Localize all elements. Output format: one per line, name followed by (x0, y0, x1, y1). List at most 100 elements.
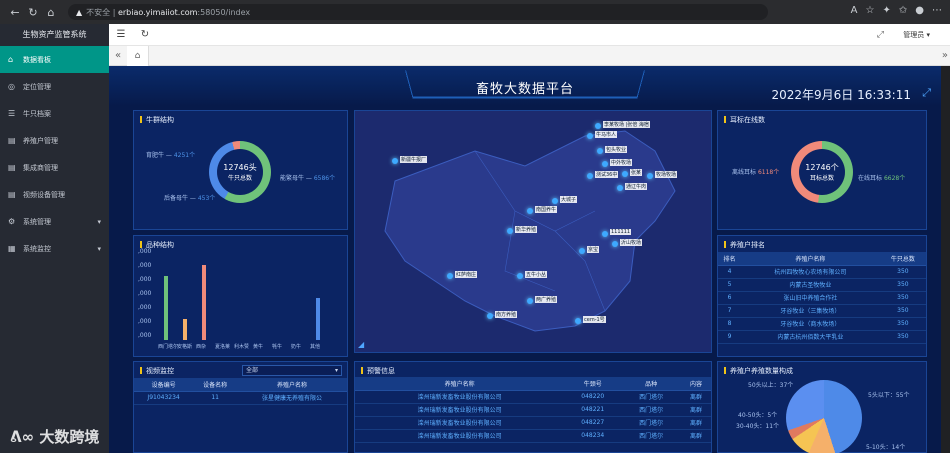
map-label[interactable]: 包头牧业 (605, 146, 628, 153)
refresh-icon[interactable]: ↻ (133, 29, 157, 40)
table-row[interactable]: 滦州瑞新发畜牧业股份有限公司 048227 西门塔尔 离群 (355, 416, 711, 430)
map-marker[interactable] (622, 171, 628, 177)
map-marker[interactable] (587, 173, 593, 179)
table-cell: 350 (879, 278, 926, 292)
address-bar[interactable]: ▲ 不安全 | erbiao.yimaiiot.com :58050/index (68, 4, 768, 20)
map-label[interactable]: 通辽牛肉 (625, 183, 648, 190)
map-label[interactable]: 大城子 (560, 196, 578, 203)
map-label[interactable]: 两广养殖 (535, 296, 558, 303)
map-marker[interactable] (552, 198, 558, 204)
map-label[interactable]: 南方养殖 (495, 311, 518, 318)
map-marker[interactable] (612, 241, 618, 247)
extensions-icon[interactable]: ✦ (882, 5, 890, 16)
tab-home[interactable]: ⌂ (127, 45, 149, 66)
map-marker[interactable] (392, 158, 398, 164)
map-marker[interactable] (527, 208, 533, 214)
bar-西门塔尔[interactable] (164, 275, 168, 340)
menu-icon[interactable]: ⋯ (932, 5, 942, 16)
map-label[interactable]: 111111 (610, 229, 632, 235)
table-row[interactable]: 滦州瑞新发畜牧业股份有限公司 048220 西门塔尔 离群 (355, 390, 711, 404)
table-row[interactable]: J91043234 11 张星健康无养殖有限公 (134, 391, 347, 405)
map-label[interactable]: 新疆牛报厂 (400, 156, 428, 163)
table-row[interactable]: 滦州瑞新发畜牧业股份有限公司 048221 西门塔尔 离群 (355, 403, 711, 417)
sidebar-item-4[interactable]: ▤ 集成商管理 (0, 154, 109, 181)
map-label[interactable]: cem-1号 (583, 316, 606, 323)
ear-title: 耳标在线数 (724, 115, 765, 125)
user-menu[interactable]: 管理员 ▾ (903, 30, 930, 40)
table-row[interactable]: 8 牙谷牧业（商水牧场） 350 (718, 317, 926, 331)
expand-icon[interactable]: ⤢ (922, 86, 931, 100)
map-label[interactable]: 南国养牛 (535, 206, 558, 213)
fullscreen-icon[interactable]: ⤢ (877, 30, 884, 40)
table-row[interactable]: 7 牙谷牧业（三集牧场） 350 (718, 304, 926, 318)
back-icon[interactable]: ← (6, 6, 24, 19)
map-marker[interactable] (575, 318, 581, 324)
home-icon[interactable]: ⌂ (42, 6, 60, 19)
sidebar-item-0[interactable]: ⌂ 数据看板 (0, 46, 109, 73)
map-marker[interactable] (647, 173, 653, 179)
map-marker[interactable] (447, 273, 453, 279)
map-label[interactable]: 京宝 (587, 246, 600, 253)
scale-legend-2: 5头以下：55个 (868, 392, 910, 399)
sidebar-item-3[interactable]: ▤ 养殖户管理 (0, 127, 109, 154)
insecure-label: 不安全 (86, 7, 111, 17)
bar-安格斯[interactable] (183, 318, 187, 340)
map-marker[interactable] (617, 185, 623, 191)
read-aloud-icon[interactable]: A (851, 5, 858, 16)
tab-right-icon[interactable]: » (942, 50, 948, 61)
bar-西杂[interactable] (202, 265, 206, 340)
column-header: 牛只总数 (879, 252, 926, 266)
map-marker[interactable] (602, 231, 608, 237)
map-marker[interactable] (527, 298, 533, 304)
profile-icon[interactable]: ● (915, 5, 924, 16)
map-marker[interactable] (507, 228, 513, 234)
table-row[interactable]: 6 张山旧中养殖合作社 350 (718, 291, 926, 305)
map-label[interactable]: 新华养殖 (515, 226, 538, 233)
map-marker[interactable] (602, 161, 608, 167)
map-label[interactable]: 沂山牧场 (620, 239, 643, 246)
sidebar-item-6[interactable]: ⚙ 系统管理 ▾ (0, 208, 109, 235)
x-tick-label: 夏洛莱 (215, 344, 231, 350)
map-label[interactable]: 中外牧场 (610, 159, 633, 166)
map-marker[interactable] (595, 123, 601, 129)
sidebar-item-icon: ☰ (8, 109, 16, 118)
ear-panel: 耳标在线数 12746个 耳标总数 离线耳标 6118个 在线耳标 6628个 (717, 110, 927, 230)
map-label[interactable]: 五牛小丛 (525, 271, 548, 278)
china-map[interactable]: 李某牧场 |张倍 海宿牛马市人包头牧业新疆牛报厂 中外牧场测试36中 张某 牧场牧场通… (354, 110, 712, 353)
menu-toggle-icon[interactable]: ☰ (109, 29, 133, 40)
map-label[interactable]: 牧场牧场 (655, 171, 678, 178)
map-label[interactable]: 牛马市人 (595, 131, 618, 138)
favorites-icon[interactable]: ✩ (899, 5, 907, 16)
herd-total: 12746头 (223, 163, 257, 172)
table-cell: 内蒙古圣牧牧业 (741, 278, 880, 292)
table-row[interactable]: 4 杭州四牧牧心农场有限公司 350 (718, 265, 926, 279)
sidebar-item-7[interactable]: ▦ 系统监控 ▾ (0, 235, 109, 262)
map-label[interactable]: 张某 (630, 169, 643, 176)
table-row[interactable]: 5 内蒙古圣牧牧业 350 (718, 278, 926, 292)
x-tick-label: 安格斯 (177, 344, 193, 350)
reload-icon[interactable]: ↻ (24, 6, 42, 19)
map-label[interactable]: 李某牧场 |张倍 海宿 (603, 121, 650, 128)
map-marker[interactable] (517, 273, 523, 279)
table-cell: 牙谷牧业（商水牧场） (741, 317, 880, 331)
star-icon[interactable]: ☆ (866, 5, 875, 16)
video-filter-select[interactable]: 全部 ▾ (242, 365, 342, 376)
table-row[interactable]: 9 内蒙古杭州佰数大平乳业 350 (718, 330, 926, 344)
column-header: 排名 (718, 252, 742, 266)
video-table: 设备编号 设备名称 养殖户名称 J91043234 11 张星健康无养殖有限公 (134, 378, 347, 405)
sidebar-item-1[interactable]: ◎ 定位管理 (0, 73, 109, 100)
map-marker[interactable] (587, 133, 593, 139)
table-row[interactable]: 滦州瑞新发畜牧业股份有限公司 048234 西门塔尔 离群 (355, 429, 711, 443)
sidebar-item-5[interactable]: ▤ 视频设备管理 (0, 181, 109, 208)
map-marker[interactable] (597, 148, 603, 154)
map-marker[interactable] (579, 248, 585, 254)
map-marker[interactable] (487, 313, 493, 319)
map-label[interactable]: 测试36中 (595, 171, 619, 178)
table-cell: 350 (879, 330, 926, 344)
bar-其他[interactable] (316, 297, 320, 340)
sidebar-item-2[interactable]: ☰ 牛只档案 (0, 100, 109, 127)
tab-left-icon[interactable]: « (109, 50, 127, 61)
breed-panel: 品种结构 ,000,000,000,000,000,000,000 西门塔尔 安格斯… (133, 235, 348, 357)
map-label[interactable]: 红萨南庄 (455, 271, 478, 278)
alerts-title: 预警信息 (361, 366, 395, 376)
